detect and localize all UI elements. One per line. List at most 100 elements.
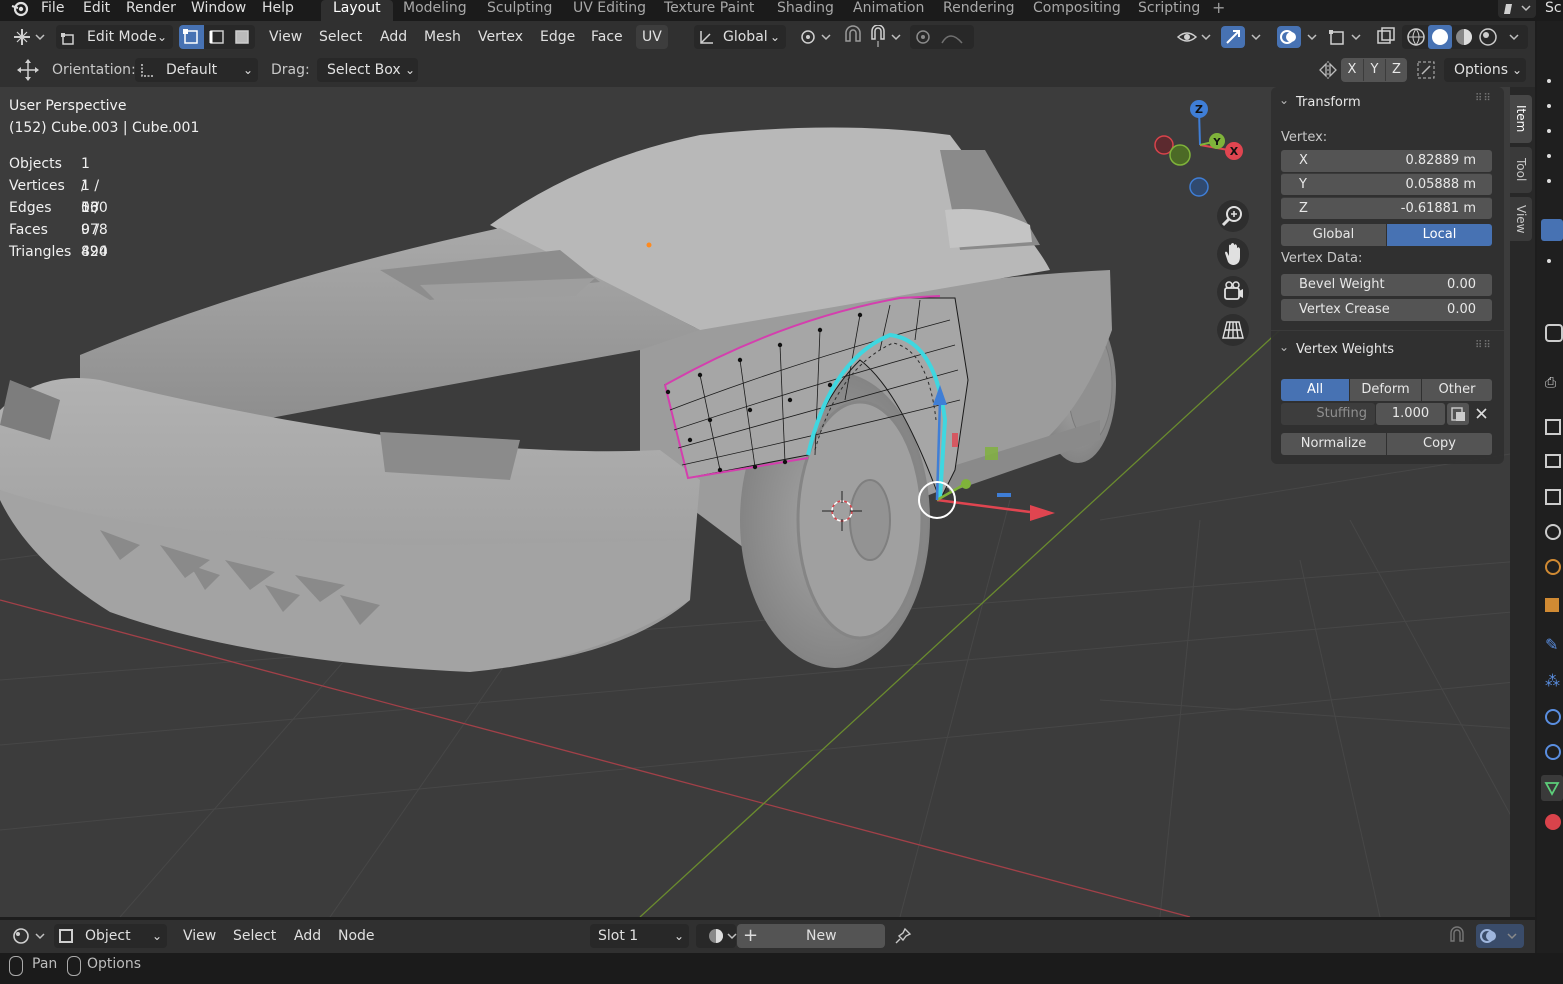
snap-target-dropdown[interactable]	[868, 24, 904, 49]
drag-dropdown[interactable]: Select Box ⌄	[317, 58, 418, 82]
solid-shading-button[interactable]	[1428, 25, 1452, 49]
vertex-group-name[interactable]: Stuffing	[1281, 403, 1375, 425]
blender-logo-icon[interactable]	[10, 0, 32, 18]
add-workspace-button[interactable]: +	[1212, 0, 1225, 21]
constraints-icon[interactable]	[1545, 744, 1561, 760]
transform-panel-header[interactable]: ⌄ Transform ⠿⠿	[1279, 93, 1499, 113]
menu-edit[interactable]: Edit	[83, 0, 110, 21]
world-properties-icon[interactable]	[1545, 524, 1561, 540]
tab-sculpting[interactable]: Sculpting	[475, 0, 564, 21]
tab-view[interactable]: View	[1510, 197, 1532, 241]
vertex-weights-panel-header[interactable]: ⌄ Vertex Weights ⠿⠿	[1279, 340, 1499, 360]
transform-orientation-dropdown[interactable]: Global ⌄	[694, 25, 786, 49]
tab-scripting[interactable]: Scripting	[1126, 0, 1212, 21]
scene-name[interactable]: Sc	[1545, 0, 1562, 21]
menu-vertex[interactable]: Vertex	[478, 25, 523, 49]
menu-edge[interactable]: Edge	[540, 25, 575, 49]
editor-type-button[interactable]	[8, 924, 48, 948]
render-properties-icon[interactable]: ⎙	[1545, 375, 1561, 391]
remove-weight-icon[interactable]	[1471, 403, 1492, 425]
pan-button[interactable]	[1217, 238, 1249, 270]
pin-icon[interactable]	[893, 926, 913, 946]
3d-viewport[interactable]: Z Y X User Perspective (152) Cube.003 | …	[0, 87, 1535, 917]
xray-toggle[interactable]	[1374, 25, 1398, 49]
menu-render[interactable]: Render	[126, 0, 176, 21]
tab-compositing[interactable]: Compositing	[1021, 0, 1133, 21]
tab-tool[interactable]: Tool	[1510, 147, 1532, 193]
physics-icon[interactable]	[1545, 709, 1561, 725]
output-properties-icon[interactable]	[1545, 419, 1561, 435]
tab-rendering[interactable]: Rendering	[931, 0, 1027, 21]
filter-all-button[interactable]: All	[1281, 379, 1349, 401]
active-tool-icon[interactable]	[1541, 219, 1563, 241]
vertex-z-field[interactable]: Z -0.61881 m	[1281, 197, 1492, 219]
overlays-toggle[interactable]	[1476, 924, 1524, 948]
visibility-dropdown[interactable]	[1174, 25, 1214, 49]
scene-properties-icon[interactable]	[1545, 489, 1561, 505]
face-select-mode-button[interactable]	[230, 25, 255, 49]
material-properties-icon[interactable]	[1545, 814, 1561, 830]
menu-view[interactable]: View	[269, 25, 302, 49]
menu-add[interactable]: Add	[380, 25, 407, 49]
menu-file[interactable]: File	[41, 0, 64, 21]
wireframe-shading-button[interactable]	[1404, 25, 1428, 49]
editor-type-button[interactable]	[8, 25, 48, 49]
menu-add[interactable]: Add	[294, 924, 321, 948]
vertex-crease-field[interactable]: Vertex Crease 0.00	[1281, 299, 1492, 321]
rendered-shading-button[interactable]	[1476, 25, 1500, 49]
vertex-group-weight[interactable]: 1.000	[1376, 403, 1445, 425]
slot-dropdown[interactable]: Slot 1 ⌄	[590, 924, 689, 948]
menu-help[interactable]: Help	[262, 0, 294, 21]
global-space-button[interactable]: Global	[1281, 224, 1386, 246]
menu-uv[interactable]: UV	[636, 25, 668, 49]
object-properties-icon[interactable]	[1545, 598, 1559, 612]
shading-options-dropdown[interactable]	[1502, 25, 1526, 49]
tab-modeling[interactable]: Modeling	[391, 0, 479, 21]
camera-view-button[interactable]	[1217, 276, 1249, 308]
material-shading-button[interactable]	[1452, 25, 1476, 49]
tab-texture-paint[interactable]: Texture Paint	[652, 0, 766, 21]
overlays-toggle[interactable]	[1276, 25, 1324, 49]
tab-animation[interactable]: Animation	[841, 0, 936, 21]
snap-icon[interactable]	[1446, 926, 1468, 948]
edge-select-mode-button[interactable]	[205, 25, 229, 49]
scene-selector[interactable]	[1498, 0, 1536, 18]
vertex-select-mode-button[interactable]	[179, 25, 204, 49]
menu-mesh[interactable]: Mesh	[424, 25, 461, 49]
snap-toggle[interactable]	[840, 25, 866, 49]
view-layer-properties-icon[interactable]	[1545, 454, 1561, 468]
shader-type-dropdown[interactable]: Object ⌄	[54, 924, 167, 948]
drag-handle-icon[interactable]: ⠿⠿	[1475, 340, 1492, 351]
bevel-weight-field[interactable]: Bevel Weight 0.00	[1281, 274, 1492, 296]
mirror-z-toggle[interactable]: Z	[1385, 59, 1407, 81]
menu-window[interactable]: Window	[191, 0, 246, 21]
modifier-wrench-icon[interactable]: ✎	[1545, 637, 1561, 653]
menu-face[interactable]: Face	[591, 25, 623, 49]
vertex-x-field[interactable]: X 0.82889 m	[1281, 150, 1492, 172]
copy-weights-button[interactable]: Copy	[1387, 433, 1492, 455]
drag-handle-icon[interactable]: ⠿⠿	[1475, 93, 1492, 104]
new-material-button[interactable]: + New	[737, 924, 885, 948]
menu-node[interactable]: Node	[338, 924, 375, 948]
local-space-button[interactable]: Local	[1387, 224, 1492, 246]
paste-weight-icon[interactable]	[1447, 403, 1469, 425]
normalize-button[interactable]: Normalize	[1281, 433, 1386, 455]
tab-shading[interactable]: Shading	[765, 0, 846, 21]
material-browse-dropdown[interactable]	[696, 924, 737, 948]
data-properties-tab[interactable]	[1541, 775, 1563, 801]
auto-merge-icon[interactable]	[1414, 58, 1438, 82]
tab-layout[interactable]: Layout	[321, 0, 393, 21]
menu-view[interactable]: View	[183, 924, 216, 948]
mirror-x-toggle[interactable]: X	[1341, 59, 1363, 81]
options-dropdown[interactable]: Options ⌄	[1444, 58, 1526, 82]
filter-other-button[interactable]: Other	[1422, 379, 1492, 401]
move-tool-icon[interactable]	[14, 58, 42, 82]
menu-select[interactable]: Select	[319, 25, 362, 49]
mirror-icon[interactable]	[1316, 58, 1340, 82]
pivot-point-dropdown[interactable]	[796, 25, 836, 49]
vertex-y-field[interactable]: Y 0.05888 m	[1281, 173, 1492, 195]
filter-deform-button[interactable]: Deform	[1350, 379, 1421, 401]
mesh-edit-overlays-dropdown[interactable]	[1326, 25, 1366, 49]
gizmo-toggle[interactable]	[1220, 25, 1268, 49]
menu-select[interactable]: Select	[233, 924, 276, 948]
